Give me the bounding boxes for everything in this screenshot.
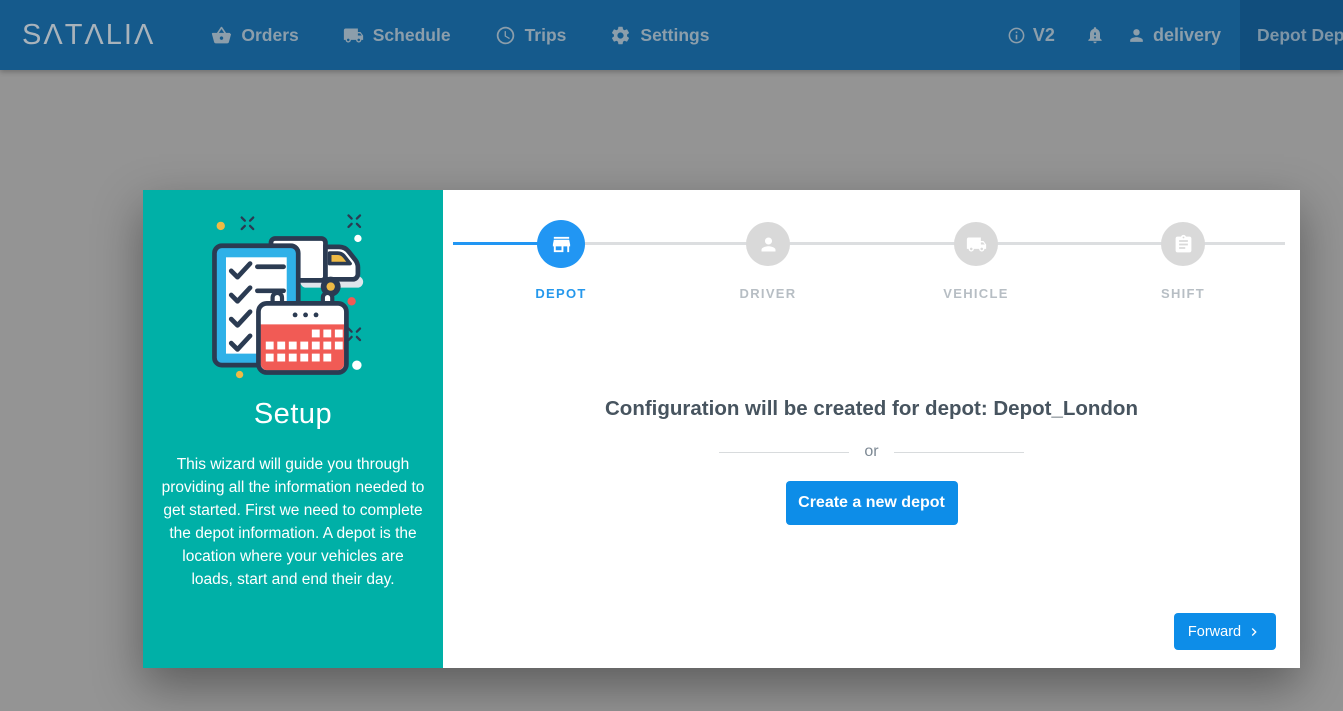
truck-icon	[966, 234, 987, 255]
nav-item-schedule[interactable]: Schedule	[343, 25, 451, 46]
setup-illustration	[204, 211, 382, 379]
wizard-content: DEPOT DRIVER VEHICLE	[443, 190, 1300, 668]
version-label: V2	[1033, 25, 1055, 46]
nav-label-orders: Orders	[241, 25, 298, 46]
step-shift-label: SHIFT	[1113, 286, 1253, 301]
nav-item-trips[interactable]: Trips	[495, 25, 567, 46]
step-depot-label: DEPOT	[491, 286, 631, 301]
version-indicator[interactable]: V2	[1007, 25, 1055, 46]
person-icon	[758, 234, 779, 255]
user-menu[interactable]: delivery	[1127, 25, 1221, 46]
basket-icon	[211, 25, 232, 46]
nav-label-schedule: Schedule	[373, 25, 451, 46]
bell-icon	[1085, 25, 1105, 45]
wizard-title: Setup	[143, 398, 443, 431]
step-driver-label: DRIVER	[698, 286, 838, 301]
wizard-sidebar: Setup This wizard will guide you through…	[143, 190, 443, 668]
step-depot[interactable]: DEPOT	[491, 190, 631, 301]
create-depot-button[interactable]: Create a new depot	[786, 481, 958, 525]
divider-line	[894, 452, 1024, 453]
wizard-description: This wizard will guide you through provi…	[161, 454, 425, 592]
gear-icon	[610, 25, 631, 46]
step-shift[interactable]: SHIFT	[1113, 190, 1253, 301]
person-icon	[1127, 26, 1146, 45]
depot-selector[interactable]: Depot Depot_London	[1240, 0, 1343, 70]
app-screen: SΛTΛLIΛ Orders Schedule Trips Settings	[0, 0, 1343, 711]
or-divider: or	[443, 438, 1300, 466]
configuration-message: Configuration will be created for depot:…	[443, 397, 1300, 421]
forward-button[interactable]: Forward	[1174, 613, 1276, 650]
divider-label: or	[864, 443, 878, 461]
step-vehicle-label: VEHICLE	[906, 286, 1046, 301]
clipboard-icon	[1173, 234, 1194, 255]
truck-icon	[343, 25, 364, 46]
nav-item-settings[interactable]: Settings	[610, 25, 709, 46]
info-icon	[1007, 26, 1026, 45]
chevron-right-icon	[1246, 624, 1262, 640]
depot-selector-label: Depot Depot_London	[1257, 25, 1343, 46]
step-depot-circle	[537, 220, 585, 268]
step-shift-circle	[1161, 222, 1205, 266]
wizard-stepper: DEPOT DRIVER VEHICLE	[443, 190, 1300, 325]
navbar-right: V2 delivery	[1007, 25, 1221, 46]
step-driver[interactable]: DRIVER	[698, 190, 838, 301]
step-vehicle-circle	[954, 222, 998, 266]
store-icon	[550, 233, 573, 256]
nav-label-settings: Settings	[640, 25, 709, 46]
setup-wizard-modal: Setup This wizard will guide you through…	[143, 190, 1300, 668]
nav-item-orders[interactable]: Orders	[211, 25, 298, 46]
main-nav: Orders Schedule Trips Settings	[211, 25, 709, 46]
top-navbar: SΛTΛLIΛ Orders Schedule Trips Settings	[0, 0, 1343, 70]
divider-line	[719, 452, 849, 453]
satalia-logo[interactable]: SΛTΛLIΛ	[22, 19, 155, 52]
notifications-button[interactable]	[1085, 25, 1105, 45]
step-vehicle[interactable]: VEHICLE	[906, 190, 1046, 301]
forward-button-label: Forward	[1188, 624, 1241, 640]
nav-label-trips: Trips	[525, 25, 567, 46]
step-driver-circle	[746, 222, 790, 266]
user-label: delivery	[1153, 25, 1221, 46]
clock-icon	[495, 25, 516, 46]
